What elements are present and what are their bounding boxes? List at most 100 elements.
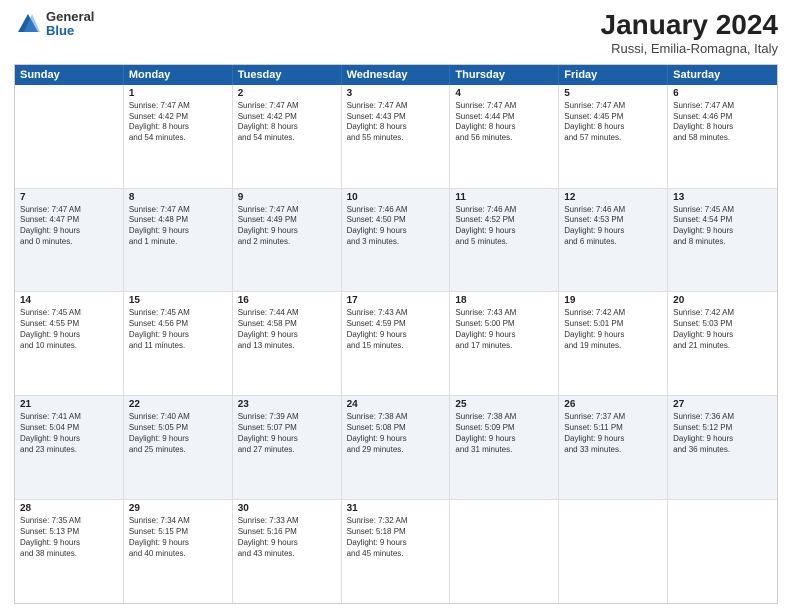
location: Russi, Emilia-Romagna, Italy bbox=[601, 41, 778, 56]
cal-row-5: 28 Sunrise: 7:35 AM Sunset: 5:13 PM Dayli… bbox=[15, 499, 777, 603]
header-right: January 2024 Russi, Emilia-Romagna, Ital… bbox=[601, 10, 778, 56]
day-number: 13 bbox=[673, 192, 772, 203]
day-number: 3 bbox=[347, 88, 445, 99]
cal-cell-w5-d6 bbox=[559, 500, 668, 603]
cal-cell-w4-d1: 21 Sunrise: 7:41 AM Sunset: 5:04 PM Dayli… bbox=[15, 396, 124, 499]
cal-cell-w1-d6: 5 Sunrise: 7:47 AM Sunset: 4:45 PM Daylig… bbox=[559, 85, 668, 188]
cell-info: Sunrise: 7:45 AM Sunset: 4:54 PM Dayligh… bbox=[673, 205, 772, 248]
cell-info: Sunrise: 7:45 AM Sunset: 4:55 PM Dayligh… bbox=[20, 308, 118, 351]
day-number: 9 bbox=[238, 192, 336, 203]
cal-cell-w3-d5: 18 Sunrise: 7:43 AM Sunset: 5:00 PM Dayli… bbox=[450, 292, 559, 395]
calendar: Sunday Monday Tuesday Wednesday Thursday… bbox=[14, 64, 778, 604]
cal-cell-w2-d1: 7 Sunrise: 7:47 AM Sunset: 4:47 PM Daylig… bbox=[15, 189, 124, 292]
header: General Blue January 2024 Russi, Emilia-… bbox=[14, 10, 778, 56]
cell-info: Sunrise: 7:46 AM Sunset: 4:52 PM Dayligh… bbox=[455, 205, 553, 248]
calendar-header: Sunday Monday Tuesday Wednesday Thursday… bbox=[15, 65, 777, 85]
cal-cell-w1-d3: 2 Sunrise: 7:47 AM Sunset: 4:42 PM Daylig… bbox=[233, 85, 342, 188]
header-monday: Monday bbox=[124, 65, 233, 85]
day-number: 23 bbox=[238, 399, 336, 410]
cal-cell-w4-d2: 22Sunrise: 7:40 AM Sunset: 5:05 PM Dayli… bbox=[124, 396, 233, 499]
header-wednesday: Wednesday bbox=[342, 65, 451, 85]
cal-cell-w3-d1: 14 Sunrise: 7:45 AM Sunset: 4:55 PM Dayli… bbox=[15, 292, 124, 395]
cell-info: Sunrise: 7:47 AM Sunset: 4:42 PM Dayligh… bbox=[238, 101, 336, 144]
day-number: 20 bbox=[673, 295, 772, 306]
cal-cell-w3-d3: 16Sunrise: 7:44 AM Sunset: 4:58 PM Dayli… bbox=[233, 292, 342, 395]
header-saturday: Saturday bbox=[668, 65, 777, 85]
cal-cell-w2-d7: 13 Sunrise: 7:45 AM Sunset: 4:54 PM Dayli… bbox=[668, 189, 777, 292]
cell-info: Sunrise: 7:47 AM Sunset: 4:45 PM Dayligh… bbox=[564, 101, 662, 144]
day-number: 2 bbox=[238, 88, 336, 99]
header-sunday: Sunday bbox=[15, 65, 124, 85]
day-number: 12 bbox=[564, 192, 662, 203]
cal-cell-w2-d6: 12Sunrise: 7:46 AM Sunset: 4:53 PM Dayli… bbox=[559, 189, 668, 292]
cell-info: Sunrise: 7:43 AM Sunset: 5:00 PM Dayligh… bbox=[455, 308, 553, 351]
day-number: 25 bbox=[455, 399, 553, 410]
cal-cell-w5-d4: 31 Sunrise: 7:32 AM Sunset: 5:18 PM Dayli… bbox=[342, 500, 451, 603]
cell-info: Sunrise: 7:37 AM Sunset: 5:11 PM Dayligh… bbox=[564, 412, 662, 455]
logo: General Blue bbox=[14, 10, 94, 39]
cal-cell-w1-d4: 3Sunrise: 7:47 AM Sunset: 4:43 PM Daylig… bbox=[342, 85, 451, 188]
cell-info: Sunrise: 7:32 AM Sunset: 5:18 PM Dayligh… bbox=[347, 516, 445, 559]
cal-cell-w5-d5 bbox=[450, 500, 559, 603]
cal-row-1: 1 Sunrise: 7:47 AM Sunset: 4:42 PM Daylig… bbox=[15, 85, 777, 188]
logo-line2: Blue bbox=[46, 24, 94, 38]
day-number: 28 bbox=[20, 503, 118, 514]
cell-info: Sunrise: 7:42 AM Sunset: 5:01 PM Dayligh… bbox=[564, 308, 662, 351]
day-number: 24 bbox=[347, 399, 445, 410]
day-number: 7 bbox=[20, 192, 118, 203]
cell-info: Sunrise: 7:41 AM Sunset: 5:04 PM Dayligh… bbox=[20, 412, 118, 455]
cal-cell-w3-d4: 17Sunrise: 7:43 AM Sunset: 4:59 PM Dayli… bbox=[342, 292, 451, 395]
cal-cell-w2-d2: 8Sunrise: 7:47 AM Sunset: 4:48 PM Daylig… bbox=[124, 189, 233, 292]
day-number: 8 bbox=[129, 192, 227, 203]
day-number: 1 bbox=[129, 88, 227, 99]
header-tuesday: Tuesday bbox=[233, 65, 342, 85]
cell-info: Sunrise: 7:36 AM Sunset: 5:12 PM Dayligh… bbox=[673, 412, 772, 455]
cal-cell-w5-d1: 28 Sunrise: 7:35 AM Sunset: 5:13 PM Dayli… bbox=[15, 500, 124, 603]
header-thursday: Thursday bbox=[450, 65, 559, 85]
cell-info: Sunrise: 7:33 AM Sunset: 5:16 PM Dayligh… bbox=[238, 516, 336, 559]
cell-info: Sunrise: 7:38 AM Sunset: 5:09 PM Dayligh… bbox=[455, 412, 553, 455]
cal-cell-w3-d6: 19Sunrise: 7:42 AM Sunset: 5:01 PM Dayli… bbox=[559, 292, 668, 395]
calendar-body: 1 Sunrise: 7:47 AM Sunset: 4:42 PM Daylig… bbox=[15, 85, 777, 603]
cal-cell-w2-d5: 11 Sunrise: 7:46 AM Sunset: 4:52 PM Dayli… bbox=[450, 189, 559, 292]
header-friday: Friday bbox=[559, 65, 668, 85]
day-number: 29 bbox=[129, 503, 227, 514]
cell-info: Sunrise: 7:47 AM Sunset: 4:44 PM Dayligh… bbox=[455, 101, 553, 144]
day-number: 10 bbox=[347, 192, 445, 203]
cal-cell-w1-d1 bbox=[15, 85, 124, 188]
cell-info: Sunrise: 7:43 AM Sunset: 4:59 PM Dayligh… bbox=[347, 308, 445, 351]
day-number: 6 bbox=[673, 88, 772, 99]
cell-info: Sunrise: 7:47 AM Sunset: 4:46 PM Dayligh… bbox=[673, 101, 772, 144]
day-number: 11 bbox=[455, 192, 553, 203]
cal-cell-w4-d6: 26Sunrise: 7:37 AM Sunset: 5:11 PM Dayli… bbox=[559, 396, 668, 499]
cell-info: Sunrise: 7:34 AM Sunset: 5:15 PM Dayligh… bbox=[129, 516, 227, 559]
cell-info: Sunrise: 7:42 AM Sunset: 5:03 PM Dayligh… bbox=[673, 308, 772, 351]
cell-info: Sunrise: 7:39 AM Sunset: 5:07 PM Dayligh… bbox=[238, 412, 336, 455]
day-number: 18 bbox=[455, 295, 553, 306]
logo-icon bbox=[14, 10, 42, 38]
cal-cell-w3-d7: 20 Sunrise: 7:42 AM Sunset: 5:03 PM Dayli… bbox=[668, 292, 777, 395]
day-number: 27 bbox=[673, 399, 772, 410]
page: General Blue January 2024 Russi, Emilia-… bbox=[0, 0, 792, 612]
cal-cell-w1-d5: 4 Sunrise: 7:47 AM Sunset: 4:44 PM Daylig… bbox=[450, 85, 559, 188]
day-number: 31 bbox=[347, 503, 445, 514]
cal-row-4: 21 Sunrise: 7:41 AM Sunset: 5:04 PM Dayli… bbox=[15, 395, 777, 499]
cal-row-2: 7 Sunrise: 7:47 AM Sunset: 4:47 PM Daylig… bbox=[15, 188, 777, 292]
cell-info: Sunrise: 7:47 AM Sunset: 4:42 PM Dayligh… bbox=[129, 101, 227, 144]
cell-info: Sunrise: 7:47 AM Sunset: 4:49 PM Dayligh… bbox=[238, 205, 336, 248]
day-number: 30 bbox=[238, 503, 336, 514]
cell-info: Sunrise: 7:35 AM Sunset: 5:13 PM Dayligh… bbox=[20, 516, 118, 559]
cal-cell-w4-d4: 24Sunrise: 7:38 AM Sunset: 5:08 PM Dayli… bbox=[342, 396, 451, 499]
cal-cell-w3-d2: 15Sunrise: 7:45 AM Sunset: 4:56 PM Dayli… bbox=[124, 292, 233, 395]
cal-cell-w5-d3: 30 Sunrise: 7:33 AM Sunset: 5:16 PM Dayli… bbox=[233, 500, 342, 603]
cell-info: Sunrise: 7:46 AM Sunset: 4:50 PM Dayligh… bbox=[347, 205, 445, 248]
day-number: 5 bbox=[564, 88, 662, 99]
cal-cell-w4-d7: 27 Sunrise: 7:36 AM Sunset: 5:12 PM Dayli… bbox=[668, 396, 777, 499]
month-title: January 2024 bbox=[601, 10, 778, 41]
cell-info: Sunrise: 7:47 AM Sunset: 4:47 PM Dayligh… bbox=[20, 205, 118, 248]
day-number: 4 bbox=[455, 88, 553, 99]
cal-cell-w5-d2: 29 Sunrise: 7:34 AM Sunset: 5:15 PM Dayli… bbox=[124, 500, 233, 603]
logo-text: General Blue bbox=[46, 10, 94, 39]
day-number: 21 bbox=[20, 399, 118, 410]
day-number: 14 bbox=[20, 295, 118, 306]
